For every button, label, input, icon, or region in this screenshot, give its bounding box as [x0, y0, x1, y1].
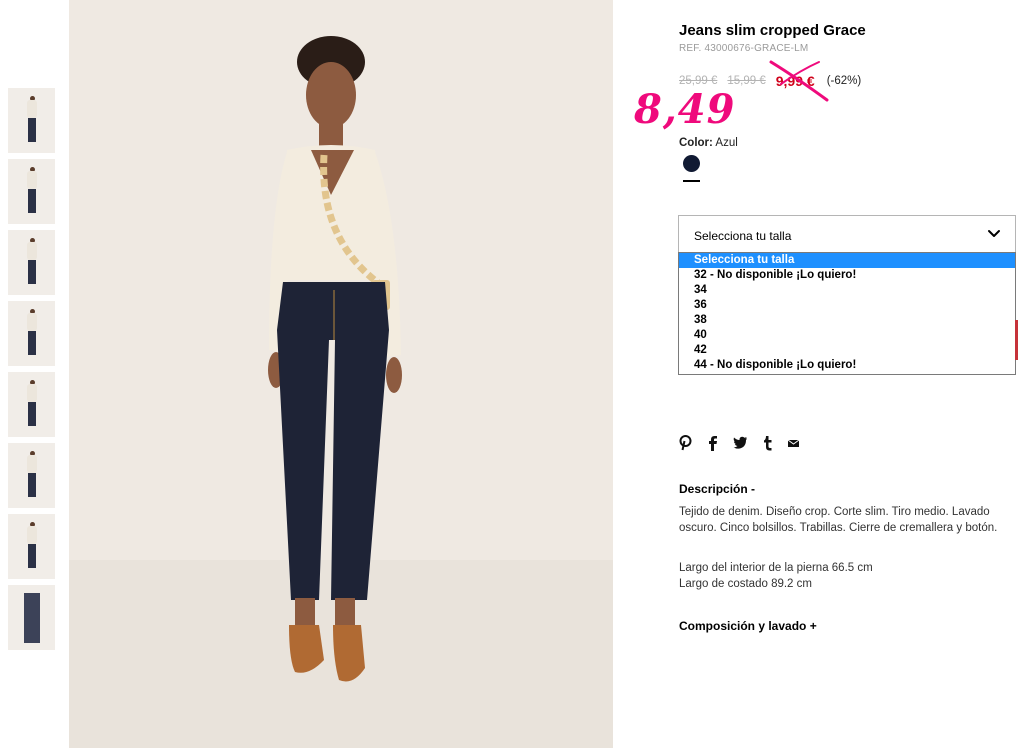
- swatch-selected-indicator: [683, 180, 700, 182]
- size-option[interactable]: 42: [679, 343, 1015, 358]
- size-option[interactable]: 32 - No disponible ¡Lo quiero!: [679, 268, 1015, 283]
- color-label-key: Color:: [679, 137, 713, 149]
- thumbnail[interactable]: [8, 159, 55, 224]
- thumbnail[interactable]: [8, 514, 55, 579]
- size-option[interactable]: 44 - No disponible ¡Lo quiero!: [679, 358, 1015, 373]
- measurement-side: Largo de costado 89.2 cm: [679, 577, 812, 590]
- description-text: Tejido de denim. Diseño crop. Corte slim…: [679, 506, 998, 534]
- twitter-icon[interactable]: [733, 435, 748, 451]
- measurements: Largo del interior de la pierna 66.5 cm …: [679, 561, 873, 592]
- product-ref: REF. 43000676-GRACE-LM: [679, 43, 809, 54]
- color-value: Azul: [715, 137, 738, 149]
- size-option[interactable]: 36: [679, 298, 1015, 313]
- thumbnail[interactable]: [8, 301, 55, 366]
- handwritten-strike-mark: [769, 60, 829, 102]
- product-main-image: [69, 0, 613, 748]
- tumblr-icon[interactable]: [762, 435, 773, 451]
- size-dropdown-list: Selecciona tu talla 32 - No disponible ¡…: [678, 252, 1016, 375]
- size-option[interactable]: 40: [679, 328, 1015, 343]
- chevron-down-icon: [988, 230, 1000, 237]
- handwritten-price: 8,49: [634, 86, 736, 133]
- thumbnail[interactable]: [8, 88, 55, 153]
- description-heading[interactable]: Descripción -: [679, 482, 755, 496]
- size-option[interactable]: 34: [679, 283, 1015, 298]
- pinterest-icon[interactable]: [679, 435, 692, 451]
- measurement-inseam: Largo del interior de la pierna 66.5 cm: [679, 562, 873, 574]
- product-title: Jeans slim cropped Grace: [679, 22, 866, 39]
- thumbnail[interactable]: [8, 372, 55, 437]
- thumbnail-strip: [8, 88, 55, 656]
- thumbnail[interactable]: [8, 230, 55, 295]
- size-option[interactable]: Selecciona tu talla: [679, 253, 1015, 268]
- size-option[interactable]: 38: [679, 313, 1015, 328]
- thumbnail[interactable]: [8, 585, 55, 650]
- thumbnail[interactable]: [8, 443, 55, 508]
- size-select-value: Selecciona tu talla: [694, 229, 792, 243]
- share-icons: [679, 435, 800, 451]
- color-label: Color: Azul: [679, 137, 738, 149]
- add-to-bag-button-edge[interactable]: [1015, 320, 1018, 360]
- size-select[interactable]: Selecciona tu talla: [678, 215, 1016, 253]
- model-illustration: [69, 0, 613, 748]
- mail-icon[interactable]: [787, 435, 800, 451]
- composition-heading[interactable]: Composición y lavado +: [679, 619, 817, 633]
- facebook-icon[interactable]: [706, 435, 719, 451]
- discount-label: (-62%): [826, 75, 862, 87]
- color-swatch[interactable]: [683, 155, 700, 172]
